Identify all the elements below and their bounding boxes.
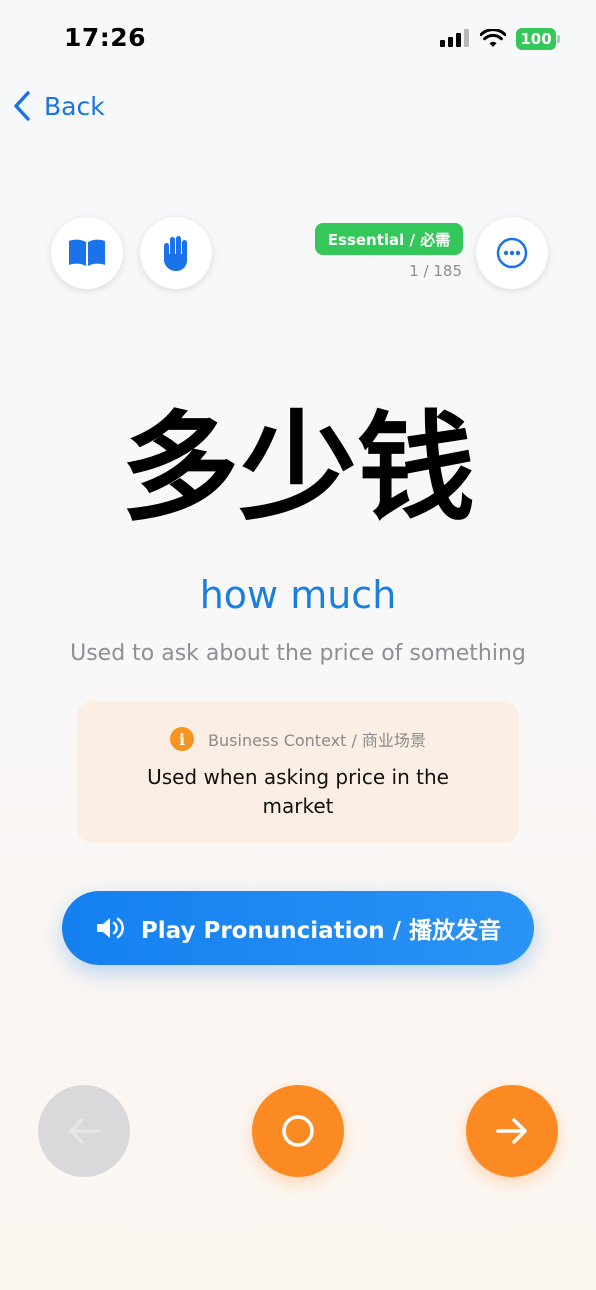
next-button[interactable] [466, 1085, 558, 1177]
context-text: Used when asking price in the market [147, 765, 449, 818]
previous-button[interactable] [38, 1085, 130, 1177]
play-pronunciation-button[interactable]: Play Pronunciation / 播放发音 [62, 891, 534, 965]
arrow-left-icon [69, 1118, 100, 1144]
more-icon [496, 237, 528, 269]
hand-button[interactable] [140, 217, 212, 289]
signal-icon [440, 29, 469, 47]
status-bar: 17:26 100 [0, 0, 596, 80]
battery-indicator: 100 [516, 28, 560, 50]
more-button[interactable] [476, 217, 548, 289]
card-counter: 1 / 185 [409, 262, 462, 280]
chevron-left-icon [14, 91, 30, 121]
play-label: Play Pronunciation / 播放发音 [140, 918, 502, 944]
vocab-word: 多少钱 [120, 399, 475, 537]
speaker-icon [96, 917, 124, 939]
arrow-right-icon [496, 1118, 527, 1144]
back-button[interactable]: Back [12, 86, 105, 126]
info-icon: i [170, 727, 195, 751]
back-label: Back [44, 91, 105, 121]
book-icon [69, 239, 105, 266]
book-button[interactable] [51, 217, 123, 289]
context-title: Business Context / 商业场景 [208, 731, 426, 750]
circle-icon [282, 1115, 314, 1147]
context-header: i Business Context / 商业场景 [77, 727, 519, 751]
status-icons: 100 [440, 28, 560, 50]
hand-icon [164, 236, 187, 271]
translation: how much [199, 573, 397, 617]
wifi-icon [480, 29, 506, 47]
context-card: i Business Context / 商业场景 Used when aski… [77, 701, 519, 843]
essential-badge: Essential / 必需 [315, 223, 463, 255]
status-time: 17:26 [64, 23, 147, 52]
mark-button[interactable] [252, 1085, 344, 1177]
description: Used to ask about the price of something [70, 641, 526, 666]
